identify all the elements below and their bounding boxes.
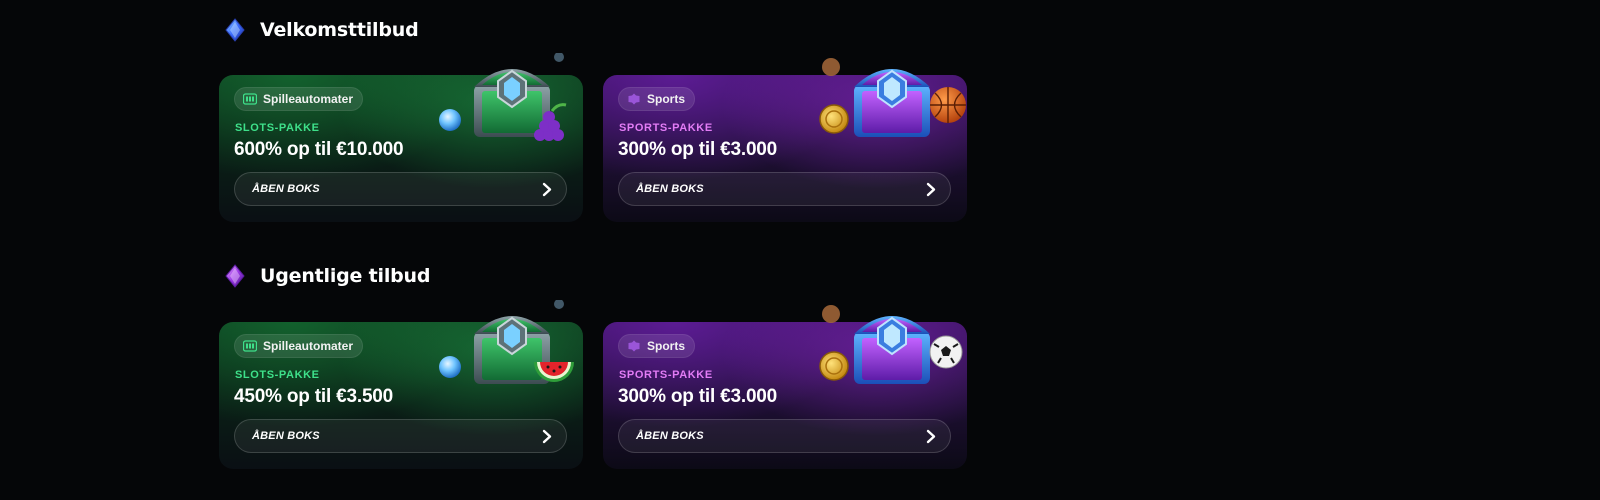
- section-header: Velkomsttilbud: [224, 15, 419, 45]
- slot-machine-icon: [243, 340, 257, 352]
- pack-label: SLOTS-PAKKE: [235, 122, 320, 134]
- open-box-label: ÅBEN BOKS: [252, 430, 320, 442]
- chevron-right-icon: [926, 429, 936, 443]
- chevron-right-icon: [542, 182, 552, 196]
- offer-card-sports[interactable]: Sports SPORTS-PAKKE 300% op til €3.000 Å…: [603, 58, 967, 222]
- sports-icon: [628, 340, 640, 352]
- welcome-offers-section: Velkomsttilbud: [224, 15, 419, 45]
- category-badge: Sports: [618, 87, 696, 111]
- offer-card-sports[interactable]: Sports SPORTS-PAKKE 300% op til €3.000 Å…: [603, 305, 967, 469]
- section-title: Velkomsttilbud: [260, 19, 419, 41]
- open-box-label: ÅBEN BOKS: [636, 430, 704, 442]
- treasure-chest-slots-art: [436, 299, 576, 397]
- offer-text: 450% op til €3.500: [234, 386, 394, 407]
- open-box-button[interactable]: ÅBEN BOKS: [234, 419, 567, 453]
- pack-label: SPORTS-PAKKE: [619, 369, 713, 381]
- offer-text: 600% op til €10.000: [234, 139, 404, 160]
- blue-gem-icon: [224, 18, 246, 42]
- category-label: Sports: [647, 339, 686, 353]
- open-box-label: ÅBEN BOKS: [252, 183, 320, 195]
- open-box-label: ÅBEN BOKS: [636, 183, 704, 195]
- category-label: Spilleautomater: [263, 339, 354, 353]
- offer-text: 300% op til €3.000: [618, 386, 778, 407]
- chevron-right-icon: [542, 429, 552, 443]
- category-badge: Spilleautomater: [234, 334, 364, 358]
- treasure-chest-sports-art: [818, 53, 968, 150]
- category-label: Sports: [647, 92, 686, 106]
- open-box-button[interactable]: ÅBEN BOKS: [618, 419, 951, 453]
- treasure-chest-sports-art: [818, 300, 968, 397]
- slot-machine-icon: [243, 93, 257, 105]
- chevron-right-icon: [926, 182, 936, 196]
- welcome-offers-cards: Spilleautomater SLOTS-PAKKE 600% op til …: [219, 52, 967, 222]
- purple-gem-icon: [224, 264, 246, 288]
- weekly-offers-cards: Spilleautomater SLOTS-PAKKE 450% op til …: [219, 299, 967, 469]
- offer-text: 300% op til €3.000: [618, 139, 778, 160]
- category-badge: Spilleautomater: [234, 87, 364, 111]
- category-label: Spilleautomater: [263, 92, 354, 106]
- pack-label: SLOTS-PAKKE: [235, 369, 320, 381]
- offer-card-slots[interactable]: Spilleautomater SLOTS-PAKKE 450% op til …: [219, 299, 583, 469]
- open-box-button[interactable]: ÅBEN BOKS: [234, 172, 567, 206]
- pack-label: SPORTS-PAKKE: [619, 122, 713, 134]
- section-header: Ugentlige tilbud: [224, 261, 430, 291]
- section-title: Ugentlige tilbud: [260, 265, 431, 287]
- open-box-button[interactable]: ÅBEN BOKS: [618, 172, 951, 206]
- weekly-offers-section: Ugentlige tilbud: [224, 261, 430, 291]
- treasure-chest-slots-art: [436, 52, 576, 150]
- category-badge: Sports: [618, 334, 696, 358]
- sports-icon: [628, 93, 640, 105]
- offer-card-slots[interactable]: Spilleautomater SLOTS-PAKKE 600% op til …: [219, 52, 583, 222]
